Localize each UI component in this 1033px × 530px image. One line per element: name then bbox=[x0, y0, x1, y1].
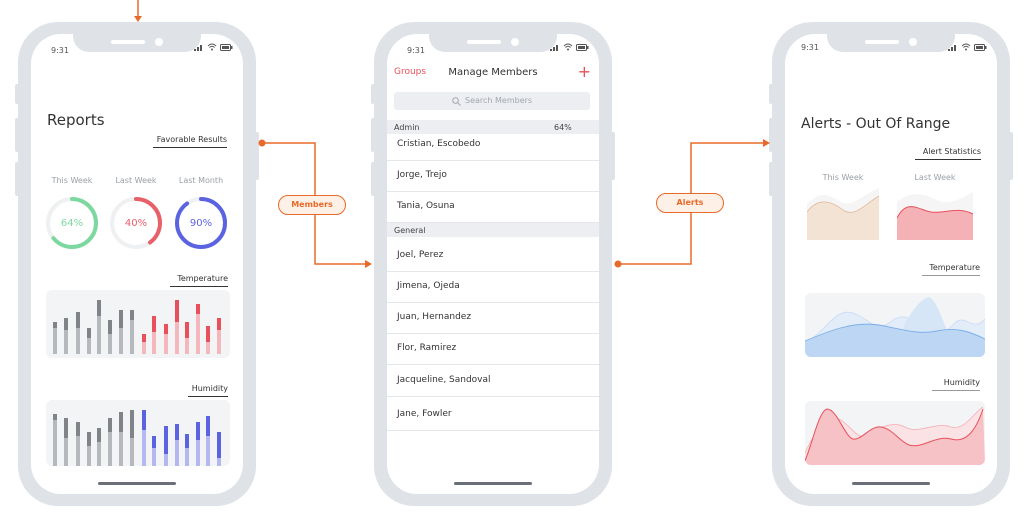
status-icons bbox=[194, 43, 233, 51]
battery-icon bbox=[576, 44, 589, 51]
period-label-last-month: Last Month bbox=[178, 176, 224, 185]
members-screen: 9:31 Groups Manage Members + Search Memb… bbox=[387, 34, 599, 494]
reports-phone: 9:31 Reports Favorable Results This Week… bbox=[15, 22, 259, 506]
temperature-bar-chart bbox=[46, 290, 230, 358]
add-member-button[interactable]: + bbox=[578, 64, 591, 80]
page-title: Manage Members bbox=[448, 67, 538, 78]
member-name: Tania, Osuna bbox=[397, 201, 455, 211]
gauge-value: 40% bbox=[125, 218, 147, 229]
temperature-area bbox=[805, 297, 985, 357]
last-week-label: Last Week bbox=[914, 173, 956, 182]
wifi-icon bbox=[563, 43, 573, 51]
alert-statistics-heading: Alert Statistics bbox=[915, 147, 981, 160]
members-phone: 9:31 Groups Manage Members + Search Memb… bbox=[371, 22, 615, 506]
this-week-label: This Week bbox=[822, 173, 864, 182]
alerts-screen: 9:31 Alerts - Out Of Range Alert Statist… bbox=[785, 34, 997, 494]
member-name: Cristian, Escobedo bbox=[397, 139, 481, 149]
member-row[interactable]: Juan, Hernandez bbox=[387, 302, 599, 334]
home-indicator[interactable] bbox=[98, 482, 176, 485]
search-icon bbox=[452, 97, 461, 106]
members-flow-label: Members bbox=[278, 195, 346, 215]
member-name: Jimena, Ojeda bbox=[397, 281, 460, 291]
status-time: 9:31 bbox=[407, 46, 425, 55]
member-row[interactable]: Jorge, Trejo bbox=[387, 160, 599, 192]
gauge-value: 64% bbox=[61, 218, 83, 229]
status-time: 9:31 bbox=[801, 43, 819, 52]
temperature-area-chart bbox=[805, 293, 985, 357]
humidity-bar-chart bbox=[46, 400, 230, 466]
search-bar[interactable]: Search Members bbox=[394, 92, 590, 110]
humidity-area bbox=[805, 406, 985, 465]
status-time: 9:31 bbox=[51, 46, 69, 55]
status-icons bbox=[550, 43, 589, 51]
favorable-results-heading: Favorable Results bbox=[153, 135, 227, 148]
page-title: Alerts - Out Of Range bbox=[801, 116, 951, 132]
member-row[interactable]: Tania, Osuna bbox=[387, 191, 599, 223]
humidity-area-chart bbox=[805, 401, 985, 465]
humidity-heading: Humidity bbox=[932, 378, 980, 391]
alerts-flow-label: Alerts bbox=[656, 193, 724, 213]
gauge-this-week: 64% bbox=[46, 197, 98, 249]
alerts-phone: 9:31 Alerts - Out Of Range Alert Statist… bbox=[769, 22, 1013, 506]
temperature-bars bbox=[53, 300, 221, 354]
home-indicator[interactable] bbox=[852, 482, 930, 485]
member-name: Flor, Ramirez bbox=[397, 343, 457, 353]
gauge-value: 90% bbox=[190, 218, 212, 229]
member-row[interactable]: Joel, Perez bbox=[387, 240, 599, 272]
humidity-bars bbox=[53, 410, 221, 466]
member-name: Jane, Fowler bbox=[397, 409, 452, 419]
period-label-last-week: Last Week bbox=[115, 176, 157, 185]
period-label-this-week: This Week bbox=[51, 176, 93, 185]
member-name: Jacqueline, Sandoval bbox=[397, 375, 491, 385]
member-row[interactable]: Flor, Ramirez bbox=[387, 333, 599, 365]
humidity-heading: Humidity bbox=[188, 384, 228, 397]
general-group-header: General bbox=[387, 223, 599, 237]
member-name: Juan, Hernandez bbox=[397, 312, 472, 322]
gauge-last-week: 40% bbox=[110, 197, 162, 249]
status-icons bbox=[948, 43, 987, 51]
reports-screen: 9:31 Reports Favorable Results This Week… bbox=[31, 34, 243, 494]
gauge-last-month: 90% bbox=[175, 197, 227, 249]
member-row[interactable]: Jimena, Ojeda bbox=[387, 271, 599, 303]
member-row[interactable]: Jacqueline, Sandoval bbox=[387, 365, 599, 397]
wifi-icon bbox=[961, 43, 971, 51]
temperature-heading: Temperature bbox=[170, 274, 228, 287]
wifi-icon bbox=[207, 43, 217, 51]
temperature-heading: Temperature bbox=[922, 263, 980, 276]
last-week-area-chart bbox=[897, 192, 974, 240]
page-title: Reports bbox=[47, 111, 105, 129]
battery-icon bbox=[974, 44, 987, 51]
member-row[interactable]: Cristian, Escobedo bbox=[387, 129, 599, 161]
battery-icon bbox=[220, 44, 233, 51]
general-header-label: General bbox=[394, 226, 426, 235]
member-name: Jorge, Trejo bbox=[397, 170, 447, 180]
home-indicator[interactable] bbox=[454, 482, 532, 485]
member-row[interactable]: Jane, Fowler bbox=[387, 399, 599, 431]
this-week-area-chart bbox=[807, 188, 880, 240]
search-placeholder: Search Members bbox=[465, 96, 533, 105]
member-name: Joel, Perez bbox=[397, 250, 444, 260]
